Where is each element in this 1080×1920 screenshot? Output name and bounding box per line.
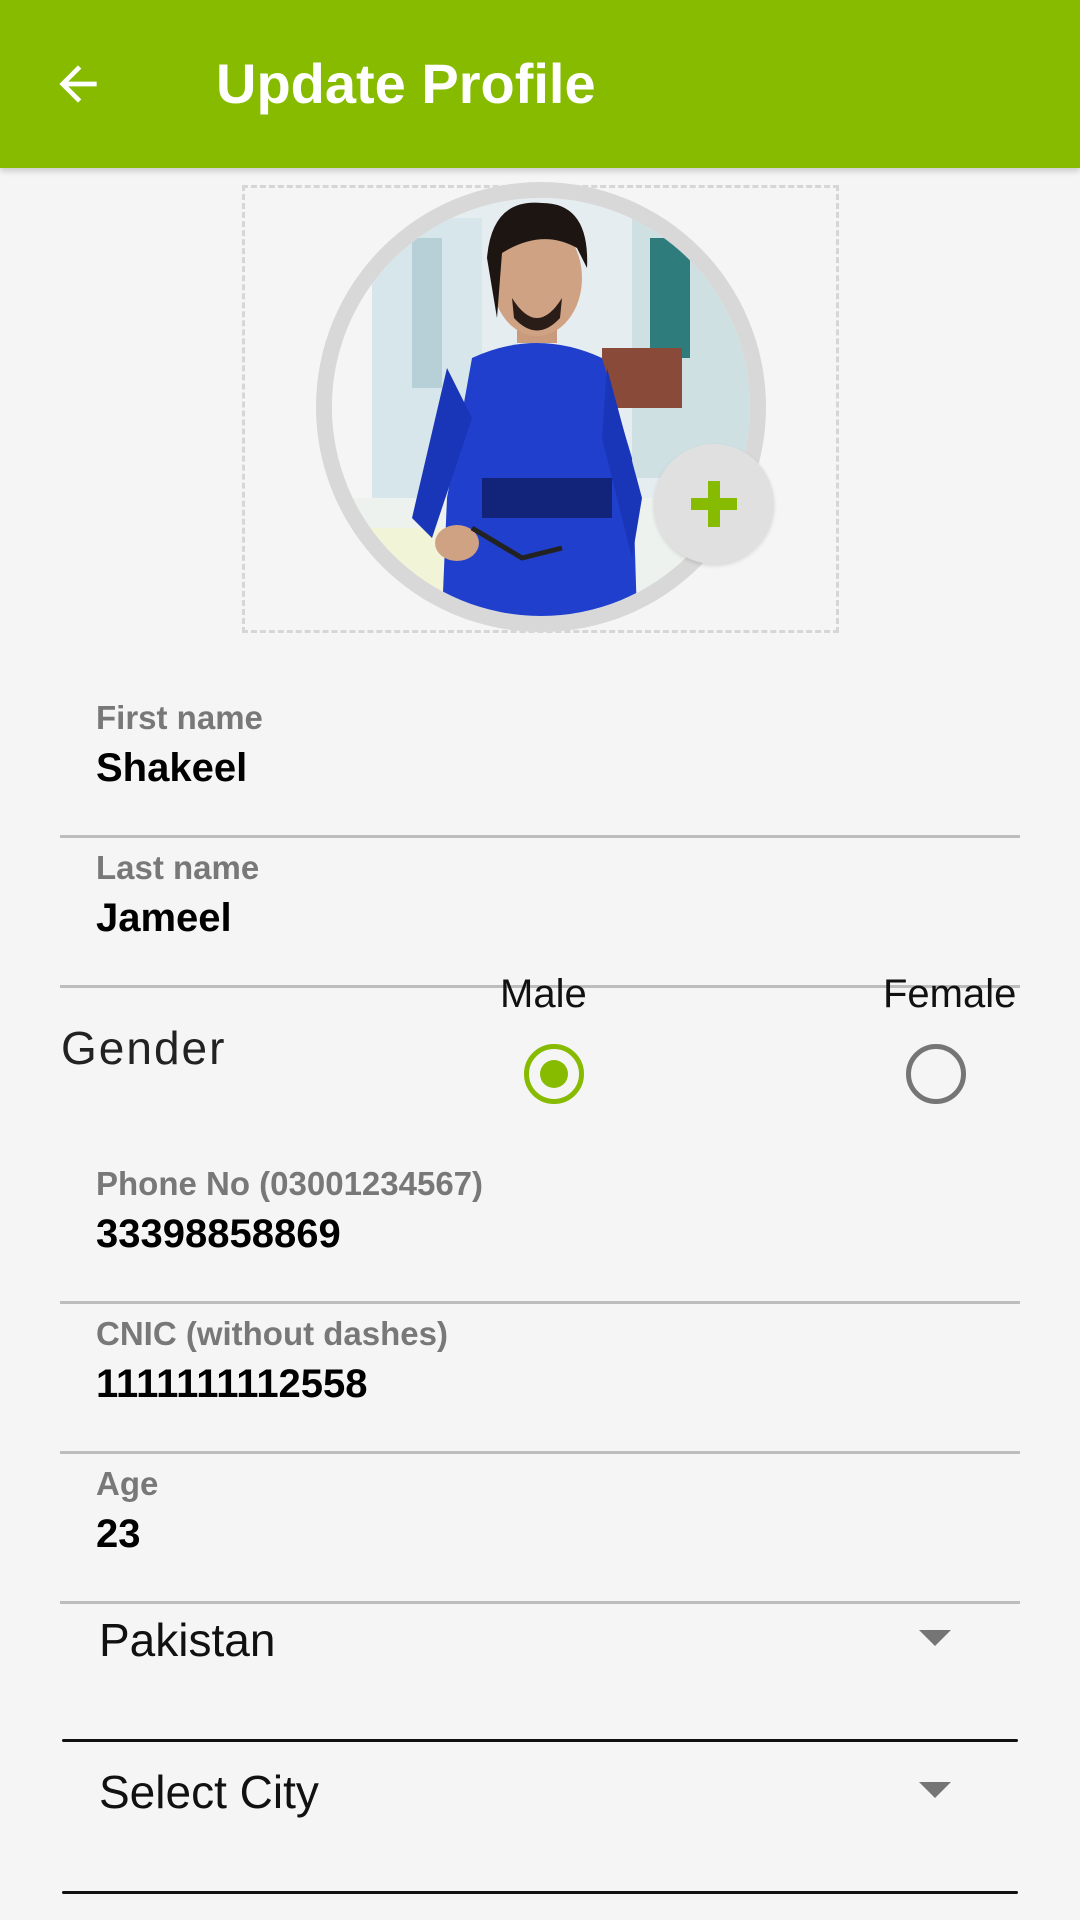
phone-field[interactable]: Phone No (03001234567) 33398858869 — [60, 1164, 1020, 1304]
cnic-input[interactable]: 1111111112558 — [96, 1360, 976, 1408]
add-photo-button[interactable] — [654, 444, 774, 564]
phone-underline — [60, 1301, 1020, 1304]
age-input[interactable]: 23 — [96, 1510, 976, 1558]
gender-female-label: Female — [883, 972, 1017, 1016]
phone-input[interactable]: 33398858869 — [96, 1210, 976, 1258]
city-dropdown-underline — [62, 1891, 1018, 1894]
city-dropdown[interactable]: Select City — [62, 1764, 1018, 1894]
gender-female-radio[interactable] — [906, 1044, 966, 1104]
last-name-label: Last name — [96, 849, 260, 886]
phone-label: Phone No (03001234567) — [96, 1165, 484, 1202]
last-name-input[interactable]: Jameel — [96, 894, 976, 942]
age-field[interactable]: Age 23 — [60, 1464, 1020, 1604]
last-name-field[interactable]: Last name Jameel — [60, 848, 1020, 988]
country-dropdown[interactable]: Pakistan — [62, 1612, 1018, 1742]
city-selected-value: Select City — [99, 1766, 319, 1818]
gender-male-radio[interactable] — [524, 1044, 584, 1104]
app-bar: Update Profile — [0, 0, 1080, 168]
first-name-input[interactable]: Shakeel — [96, 744, 976, 792]
chevron-down-icon — [919, 1782, 951, 1798]
country-selected-value: Pakistan — [99, 1614, 276, 1666]
gender-male-label: Male — [500, 972, 587, 1016]
radio-selected-dot — [540, 1060, 568, 1088]
country-dropdown-underline — [62, 1739, 1018, 1742]
age-underline — [60, 1601, 1020, 1604]
cnic-underline — [60, 1451, 1020, 1454]
first-name-field[interactable]: First name Shakeel — [60, 698, 1020, 838]
arrow-left-icon — [59, 65, 97, 103]
cnic-label: CNIC (without dashes) — [96, 1315, 448, 1352]
plus-icon — [691, 481, 737, 527]
gender-label: Gender — [61, 1022, 227, 1074]
first-name-label: First name — [96, 699, 263, 736]
cnic-field[interactable]: CNIC (without dashes) 1111111112558 — [60, 1314, 1020, 1454]
chevron-down-icon — [919, 1630, 951, 1646]
avatar[interactable] — [316, 182, 766, 632]
back-button[interactable] — [38, 44, 118, 124]
first-name-underline — [60, 835, 1020, 838]
age-label: Age — [96, 1465, 159, 1502]
page-title: Update Profile — [216, 52, 596, 115]
